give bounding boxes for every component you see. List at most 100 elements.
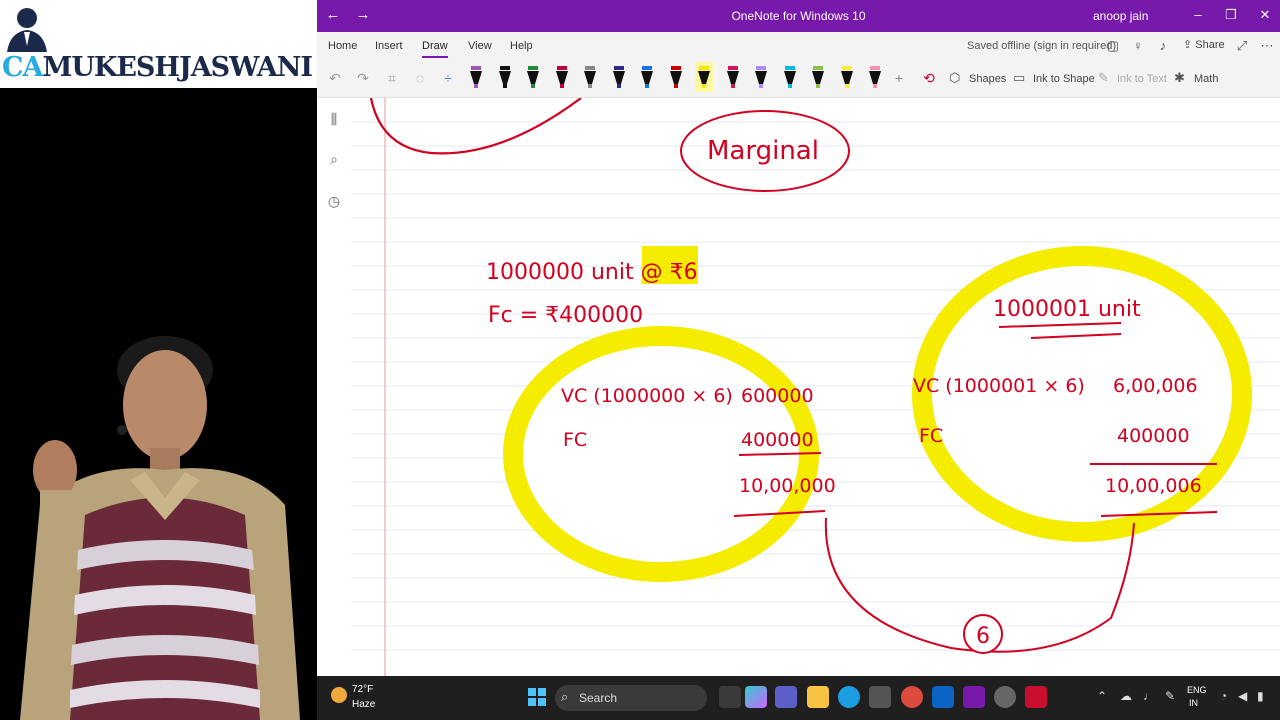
pen-icon-7[interactable]: [638, 62, 656, 92]
file-explorer-icon[interactable]: [807, 686, 829, 708]
microphone-icon[interactable]: ♩: [1143, 689, 1155, 703]
right-total: 10,00,006: [1105, 475, 1202, 497]
ruler-icon[interactable]: ⟲: [920, 70, 938, 87]
shapes-button[interactable]: Shapes: [969, 73, 1006, 85]
math-button[interactable]: Math: [1194, 73, 1218, 85]
pen-tray-icon[interactable]: ✎: [1165, 689, 1175, 703]
task-view-icon[interactable]: [719, 686, 741, 708]
restore-icon[interactable]: ❐: [1221, 7, 1241, 23]
left-fc-label: FC: [563, 429, 587, 451]
presenter-panel: CAMUKESHJASWANI: [0, 0, 317, 720]
pen-icon-2[interactable]: [496, 62, 514, 92]
pen-icon-6[interactable]: [610, 62, 628, 92]
highlighter-icon-9[interactable]: [695, 62, 713, 92]
presenter-video: [20, 336, 300, 720]
region-code[interactable]: IN: [1189, 698, 1198, 708]
ink-to-text-icon: ✎: [1098, 70, 1109, 85]
title-bar: ← → OneNote for Windows 10 anoop jain – …: [317, 0, 1280, 32]
weather-icon[interactable]: [331, 687, 347, 703]
search-placeholder: Search: [579, 691, 618, 705]
pen-icon-3[interactable]: [524, 62, 542, 92]
share-button[interactable]: ⇪ Share: [1183, 38, 1225, 51]
lasso-select-icon[interactable]: ⌗: [383, 70, 401, 87]
weather-temperature[interactable]: 72°F: [352, 684, 373, 695]
taskbar: 72°F Haze ⌕ Search ⌃ ☁ ♩ ✎ ENG IN ◔ ◀ ▮: [317, 676, 1280, 720]
close-icon[interactable]: ✕: [1255, 7, 1275, 23]
windows-start-icon[interactable]: [528, 688, 546, 706]
store-icon[interactable]: [869, 686, 891, 708]
highlighter-icon-15[interactable]: [866, 62, 884, 92]
tab-view[interactable]: View: [468, 40, 492, 52]
onenote-window: ← → OneNote for Windows 10 anoop jain – …: [317, 0, 1280, 676]
chrome-icon[interactable]: [901, 686, 923, 708]
right-fc-value: 400000: [1117, 425, 1190, 447]
bell-icon[interactable]: ♪: [1155, 38, 1171, 53]
user-name[interactable]: anoop jain: [1093, 9, 1148, 23]
battery-icon[interactable]: ▮: [1257, 689, 1264, 703]
search-icon: ⌕: [561, 689, 569, 704]
insert-space-icon[interactable]: ÷: [439, 70, 457, 86]
volume-icon[interactable]: ◀: [1238, 689, 1247, 703]
app-icon[interactable]: [994, 686, 1016, 708]
pencil-icon-5[interactable]: [581, 62, 599, 92]
right-heading: 1000001 unit: [993, 297, 1141, 322]
marginal-label: Marginal: [707, 136, 819, 166]
tab-help[interactable]: Help: [510, 40, 533, 52]
network-tray-icon[interactable]: ☁: [1120, 689, 1132, 703]
outlook-icon[interactable]: [932, 686, 954, 708]
difference-value: 6: [976, 624, 990, 649]
tab-home[interactable]: Home: [328, 40, 357, 52]
left-fc-value: 400000: [741, 429, 814, 451]
expand-icon[interactable]: ⤢: [1234, 38, 1250, 54]
weather-condition[interactable]: Haze: [352, 699, 375, 710]
add-pen-icon[interactable]: +: [890, 70, 908, 86]
undo-icon[interactable]: ↶: [326, 70, 344, 87]
redo-icon[interactable]: ↷: [354, 70, 372, 87]
pen-icon-4[interactable]: [553, 62, 571, 92]
teams-icon[interactable]: [775, 686, 797, 708]
eraser-add-icon[interactable]: ◌: [411, 70, 429, 86]
more-options-icon[interactable]: ⋯: [1259, 38, 1275, 54]
ink-to-shape-button[interactable]: Ink to Shape: [1033, 73, 1095, 85]
share-label: Share: [1195, 39, 1225, 51]
presenter-logo-icon: [7, 8, 47, 52]
brand-name: MUKESHJASWANI: [42, 52, 313, 83]
highlighter-icon-11[interactable]: [752, 62, 770, 92]
brand-ca: CA: [2, 52, 43, 83]
language-code[interactable]: ENG: [1187, 685, 1207, 695]
brand-title: CAMUKESHJASWANI: [2, 52, 313, 83]
tab-insert[interactable]: Insert: [375, 40, 403, 52]
highlighter-icon-13[interactable]: [809, 62, 827, 92]
notebooks-icon[interactable]: ⫼: [326, 111, 342, 128]
side-navigation: ⫼ ⌕ ◷: [317, 98, 351, 676]
recent-notes-icon[interactable]: ◷: [326, 193, 342, 210]
highlighter-pen-icon-1[interactable]: [467, 62, 485, 92]
draw-toolbar: ↶ ↷ ⌗ ◌ ÷ + ⟲ ⬡ Shapes ▭ Ink to Shape ✎ …: [317, 60, 1280, 98]
taskbar-search[interactable]: ⌕ Search: [555, 685, 707, 711]
minimize-icon[interactable]: –: [1188, 7, 1208, 22]
highlighter-icon-12[interactable]: [781, 62, 799, 92]
right-fc-label: FC: [919, 425, 943, 447]
copilot-icon[interactable]: [745, 686, 767, 708]
wifi-icon[interactable]: ◔: [1220, 689, 1227, 703]
note-page[interactable]: ⫼ ⌕ ◷ Marginal 1000000 unit @ ₹6 Fc = ₹4…: [317, 98, 1280, 676]
shapes-icon: ⬡: [949, 70, 961, 85]
ink-to-text-button[interactable]: Ink to Text: [1117, 73, 1167, 85]
highlighter-icon-14[interactable]: [838, 62, 856, 92]
pen-icon-10[interactable]: [724, 62, 742, 92]
tray-chevron-icon[interactable]: ⌃: [1097, 689, 1107, 703]
fixed-cost-line: Fc = ₹400000: [488, 303, 643, 328]
sync-status: Saved offline (sign in required): [967, 40, 1116, 52]
pen-icon-8[interactable]: [667, 62, 685, 92]
ink-canvas[interactable]: Marginal 1000000 unit @ ₹6 Fc = ₹400000 …: [351, 98, 1280, 676]
left-total: 10,00,000: [739, 475, 836, 497]
notebook-icon[interactable]: ▢: [1105, 38, 1121, 54]
mcafee-icon[interactable]: [1025, 686, 1047, 708]
edge-icon[interactable]: [838, 686, 860, 708]
tab-draw[interactable]: Draw: [422, 40, 448, 58]
right-vc-value: 6,00,006: [1113, 375, 1198, 397]
search-icon[interactable]: ⌕: [326, 151, 342, 168]
onenote-taskbar-icon[interactable]: [963, 686, 985, 708]
menu-bar: Home Insert Draw View Help Saved offline…: [317, 32, 1280, 60]
lightbulb-icon[interactable]: ♀: [1130, 38, 1146, 53]
